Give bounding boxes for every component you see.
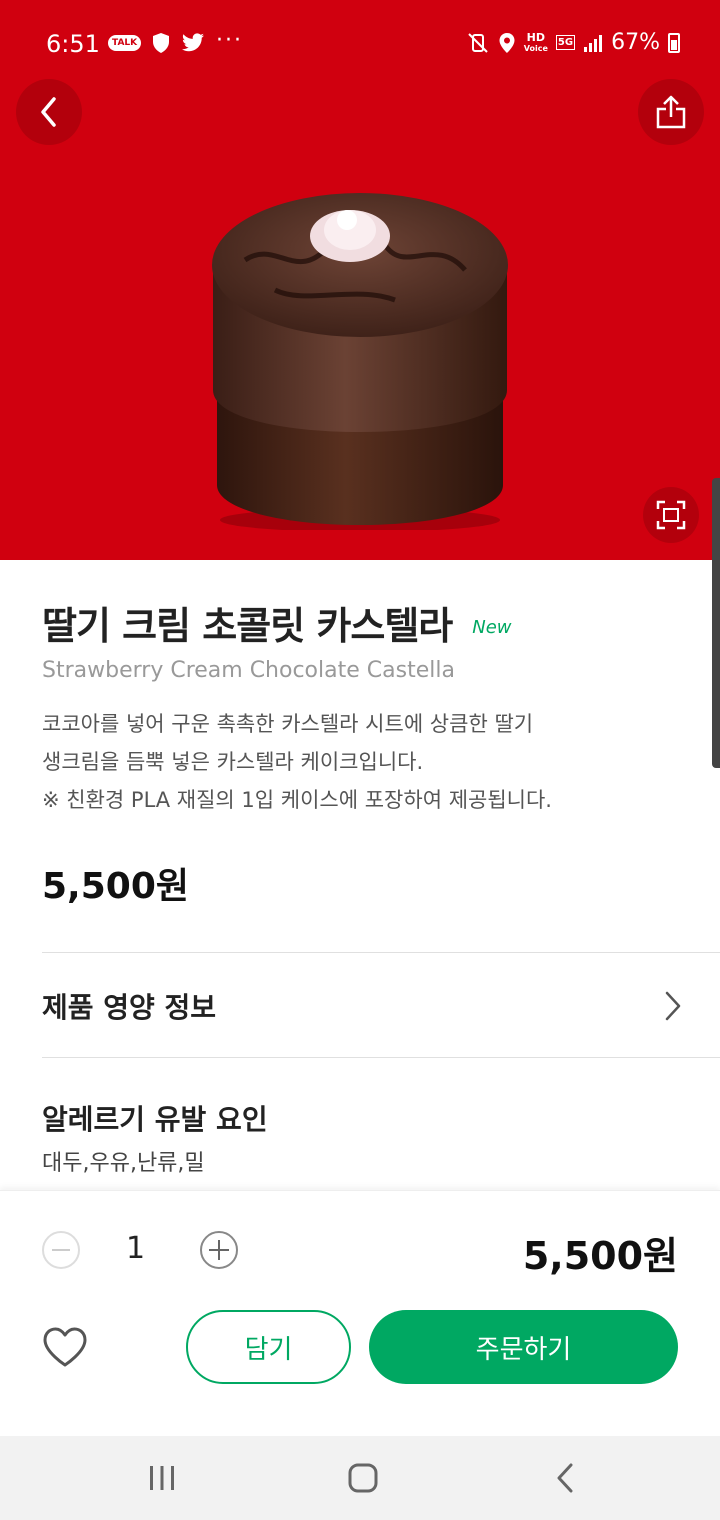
description-line: ※ 친환경 PLA 재질의 1입 케이스에 포장하여 제공됩니다. bbox=[42, 788, 552, 812]
recents-button[interactable] bbox=[142, 1458, 182, 1498]
scrollbar[interactable] bbox=[712, 478, 720, 768]
new-badge: New bbox=[472, 617, 512, 638]
share-button[interactable] bbox=[638, 79, 704, 145]
nutrition-label: 제품 영양 정보 bbox=[42, 991, 217, 1024]
more-notifications: ··· bbox=[216, 28, 243, 53]
heart-icon bbox=[43, 1327, 87, 1367]
product-info: 딸기 크림 초콜릿 카스텔라 New Strawberry Cream Choc… bbox=[42, 595, 682, 909]
recents-icon bbox=[150, 1466, 174, 1490]
product-description: 코코아를 넣어 구운 촉촉한 카스텔라 시트에 상큼한 딸기 생크림을 듬뿍 넣… bbox=[42, 705, 682, 819]
title-row: 딸기 크림 초콜릿 카스텔라 New bbox=[42, 595, 682, 650]
share-icon bbox=[656, 95, 686, 129]
location-icon bbox=[499, 32, 515, 53]
battery-icon bbox=[668, 32, 680, 53]
product-hero: 6:51 TALK ··· HD Voice 5G 67% bbox=[0, 0, 720, 560]
nav-back-button[interactable] bbox=[545, 1458, 585, 1498]
twitter-icon bbox=[182, 33, 205, 52]
hd-voice-icon: HD Voice bbox=[523, 30, 548, 53]
favorite-button[interactable] bbox=[42, 1327, 88, 1367]
notification-icons: TALK bbox=[108, 32, 205, 54]
chevron-right-icon bbox=[665, 991, 681, 1021]
nav-back-icon bbox=[557, 1463, 573, 1493]
back-button[interactable] bbox=[16, 79, 82, 145]
nutrition-info-row[interactable]: 제품 영양 정보 bbox=[42, 955, 682, 1057]
vibrate-mute-icon bbox=[468, 32, 488, 53]
product-title-en: Strawberry Cream Chocolate Castella bbox=[42, 658, 455, 683]
order-panel: 1 5,500원 담기 주문하기 bbox=[0, 1190, 720, 1436]
product-price: 5,500원 bbox=[42, 866, 189, 907]
network-5g-icon: 5G bbox=[555, 35, 576, 50]
home-icon bbox=[348, 1463, 378, 1493]
signal-icon bbox=[584, 34, 603, 52]
system-icons: HD Voice 5G 67% bbox=[466, 30, 680, 55]
allergy-title: 알레르기 유발 요인 bbox=[42, 1103, 268, 1136]
zoom-icon bbox=[656, 500, 686, 530]
description-line: 코코아를 넣어 구운 촉촉한 카스텔라 시트에 상큼한 딸기 bbox=[42, 712, 534, 736]
description-line: 생크림을 듬뿍 넣은 카스텔라 케이크입니다. bbox=[42, 750, 424, 774]
status-time: 6:51 bbox=[46, 30, 100, 58]
order-button[interactable]: 주문하기 bbox=[369, 1310, 678, 1384]
status-bar: 6:51 TALK ··· HD Voice 5G 67% bbox=[0, 0, 720, 90]
system-nav-bar bbox=[0, 1436, 720, 1520]
zoom-button[interactable] bbox=[643, 487, 699, 543]
quantity-decrease-button[interactable] bbox=[42, 1231, 80, 1269]
allergy-value: 대두,우유,난류,밀 bbox=[42, 1151, 205, 1176]
product-title: 딸기 크림 초콜릿 카스텔라 bbox=[42, 604, 453, 648]
quantity-increase-button[interactable] bbox=[200, 1231, 238, 1269]
kakaotalk-icon: TALK bbox=[108, 35, 142, 51]
back-icon bbox=[41, 97, 56, 127]
minus-icon bbox=[52, 1249, 70, 1251]
add-to-cart-button[interactable]: 담기 bbox=[186, 1310, 351, 1384]
total-price: 5,500원 bbox=[522, 1234, 678, 1278]
shield-icon bbox=[153, 33, 170, 53]
home-button[interactable] bbox=[343, 1458, 383, 1498]
product-image bbox=[212, 193, 508, 530]
quantity-value: 1 bbox=[126, 1231, 146, 1266]
battery-percent: 67% bbox=[611, 30, 660, 55]
divider bbox=[42, 952, 720, 953]
divider bbox=[42, 1057, 720, 1058]
plus-icon bbox=[209, 1240, 229, 1260]
